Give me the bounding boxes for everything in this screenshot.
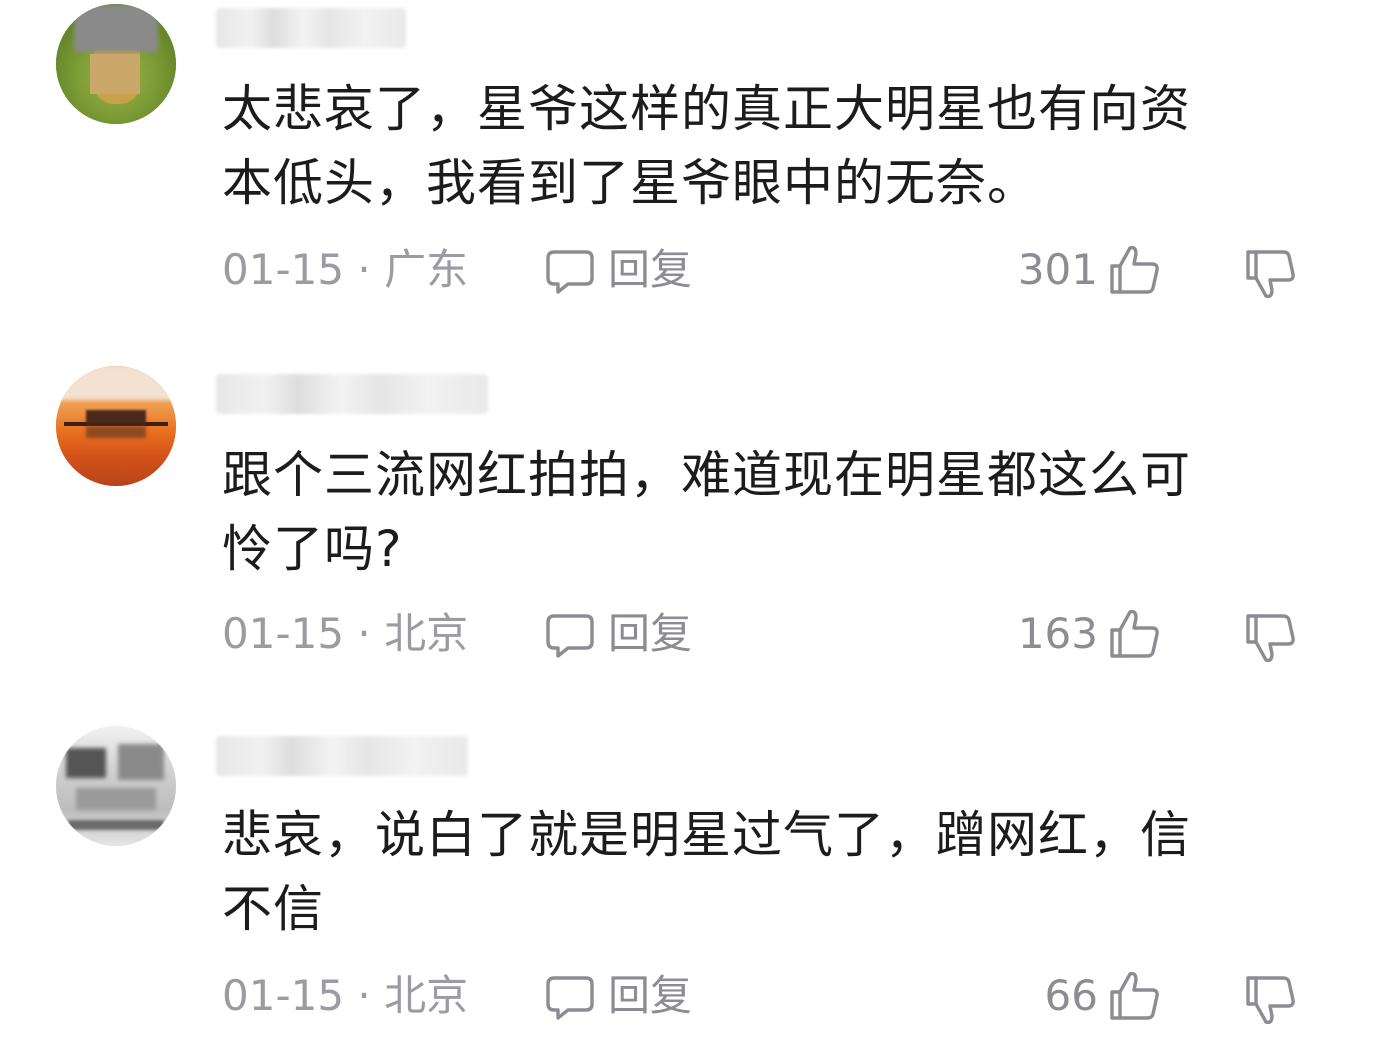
date-location: 01-15 · 北京 (222, 609, 469, 658)
like-count: 163 (1017, 609, 1098, 658)
comment-text: 跟个三流网红拍拍，难道现在明星都这么可 怜了吗? (222, 446, 1191, 578)
comment-bubble-icon (546, 976, 594, 1020)
thumbs-up-icon[interactable] (1106, 242, 1162, 298)
reply-label: 回复 (608, 609, 693, 658)
reply-label: 回复 (608, 245, 693, 294)
like-count: 66 (1044, 971, 1098, 1020)
username-redacted[interactable] (216, 736, 468, 776)
comment-item: 悲哀，说白了就是明星过气了，蹭网红，信 不信 01-15 · 北京 回复 66 (0, 720, 1392, 1050)
comment-text: 悲哀，说白了就是明星过气了，蹭网红，信 不信 (222, 806, 1191, 938)
date-location: 01-15 · 北京 (222, 971, 469, 1020)
reply-label: 回复 (608, 971, 693, 1020)
comment-item: 太悲哀了，星爷这样的真正大明星也有向资 本低头，我看到了星爷眼中的无奈。 01-… (0, 0, 1392, 330)
thumbs-up-icon[interactable] (1106, 968, 1162, 1024)
comment-list: 太悲哀了，星爷这样的真正大明星也有向资 本低头，我看到了星爷眼中的无奈。 01-… (0, 0, 1392, 1062)
comment-bubble-icon (546, 250, 594, 294)
thumbs-down-icon[interactable] (1242, 610, 1298, 666)
comment-text: 太悲哀了，星爷这样的真正大明星也有向资 本低头，我看到了星爷眼中的无奈。 (222, 80, 1191, 212)
comment-meta: 01-15 · 北京 回复 163 (222, 604, 1322, 664)
comment-bubble-icon (546, 614, 594, 658)
thumbs-down-icon[interactable] (1242, 246, 1298, 302)
username-redacted[interactable] (216, 374, 488, 414)
avatar[interactable] (56, 366, 176, 486)
avatar[interactable] (56, 726, 176, 846)
like-count: 301 (1017, 245, 1098, 294)
comment-meta: 01-15 · 广东 回复 301 (222, 240, 1322, 300)
date-location: 01-15 · 广东 (222, 245, 469, 294)
comment-item: 跟个三流网红拍拍，难道现在明星都这么可 怜了吗? 01-15 · 北京 回复 1… (0, 360, 1392, 690)
username-redacted[interactable] (216, 8, 406, 48)
comment-meta: 01-15 · 北京 回复 66 (222, 966, 1322, 1026)
thumbs-down-icon[interactable] (1242, 972, 1298, 1028)
avatar[interactable] (56, 4, 176, 124)
thumbs-up-icon[interactable] (1106, 606, 1162, 662)
